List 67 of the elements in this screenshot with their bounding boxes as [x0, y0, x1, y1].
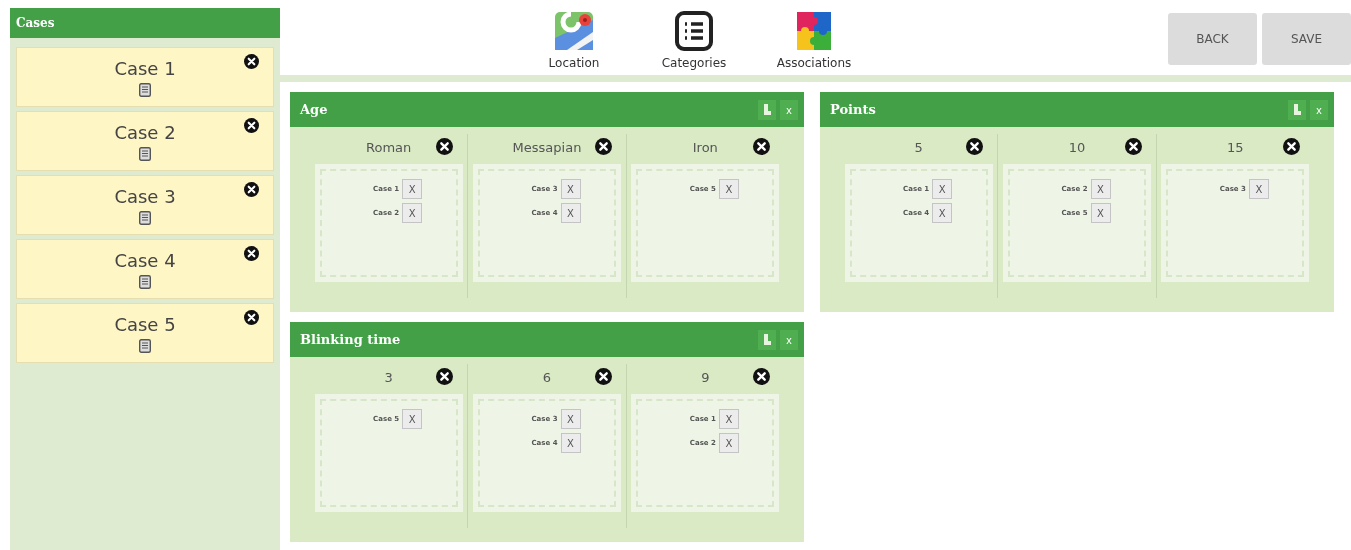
remove-button[interactable]: X [1090, 203, 1111, 223]
remove-button[interactable]: X [560, 179, 581, 199]
case-name: Case 1 [114, 58, 176, 80]
case-card[interactable]: Case 3 [16, 175, 274, 235]
list-icon [673, 10, 715, 52]
note-icon [139, 275, 151, 289]
case-name: Case 2 [114, 122, 176, 144]
group-label: 3 [384, 369, 393, 385]
note-icon [139, 211, 151, 225]
panel-title: Points [830, 102, 877, 117]
note-icon [139, 83, 151, 97]
case-card[interactable]: Case 1 [16, 47, 274, 107]
remove-icon[interactable] [753, 138, 770, 155]
case-card[interactable]: Case 5 [16, 303, 274, 363]
remove-button[interactable]: X [402, 203, 423, 223]
remove-button[interactable]: X [560, 409, 581, 429]
sidebar-title: Cases [10, 8, 280, 38]
remove-button[interactable]: X [932, 203, 953, 223]
remove-button[interactable]: X [718, 179, 739, 199]
remove-icon[interactable] [966, 138, 984, 155]
note-icon [139, 339, 151, 353]
remove-icon[interactable] [1283, 138, 1300, 155]
remove-button[interactable]: X [402, 179, 423, 199]
panel-title: Age [300, 102, 329, 117]
note-icon [139, 147, 151, 161]
group-label: Messapian [512, 139, 582, 155]
group-label: Iron [692, 139, 718, 155]
case-name: Case 5 [114, 314, 176, 336]
group-label: 6 [542, 369, 552, 385]
remove-button[interactable]: X [402, 409, 423, 429]
remove-button[interactable]: X [560, 433, 581, 453]
remove-button[interactable]: X [718, 433, 739, 453]
remove-icon[interactable] [244, 118, 259, 133]
remove-button[interactable]: X [1090, 179, 1111, 199]
group-label: 5 [914, 139, 923, 155]
map-icon [553, 10, 595, 52]
tool-label[interactable]: Associations [776, 56, 852, 70]
group-label: 9 [701, 369, 710, 385]
remove-icon[interactable] [244, 310, 259, 325]
remove-icon[interactable] [244, 54, 259, 69]
export-button[interactable] [758, 99, 776, 120]
group-label: Roman [366, 139, 412, 155]
remove-icon[interactable] [1124, 138, 1142, 155]
remove-icon[interactable] [753, 368, 770, 385]
remove-button[interactable]: X [560, 203, 581, 223]
remove-icon[interactable] [244, 182, 259, 197]
export-button[interactable] [758, 329, 776, 350]
case-card[interactable]: Case 2 [16, 111, 274, 171]
save-button[interactable]: SAVE [1262, 13, 1351, 65]
tool-label[interactable]: Location [548, 56, 600, 70]
remove-button[interactable]: X [718, 409, 739, 429]
back-button[interactable]: BACK [1168, 13, 1257, 65]
panel-title: Blinking time [300, 332, 402, 347]
tool-label[interactable]: Categories [661, 56, 727, 70]
remove-icon[interactable] [594, 138, 612, 155]
remove-button[interactable]: X [932, 179, 953, 199]
group-label: 15 [1227, 139, 1244, 155]
case-card[interactable]: Case 4 [16, 239, 274, 299]
case-name: Case 3 [114, 186, 176, 208]
group-label: 10 [1068, 139, 1086, 155]
remove-icon[interactable] [436, 368, 454, 385]
remove-icon[interactable] [436, 138, 454, 155]
remove-icon[interactable] [594, 368, 612, 385]
remove-icon[interactable] [244, 246, 259, 261]
remove-button[interactable]: X [1248, 179, 1269, 199]
export-button[interactable] [1288, 99, 1306, 120]
case-name: Case 4 [114, 250, 176, 272]
